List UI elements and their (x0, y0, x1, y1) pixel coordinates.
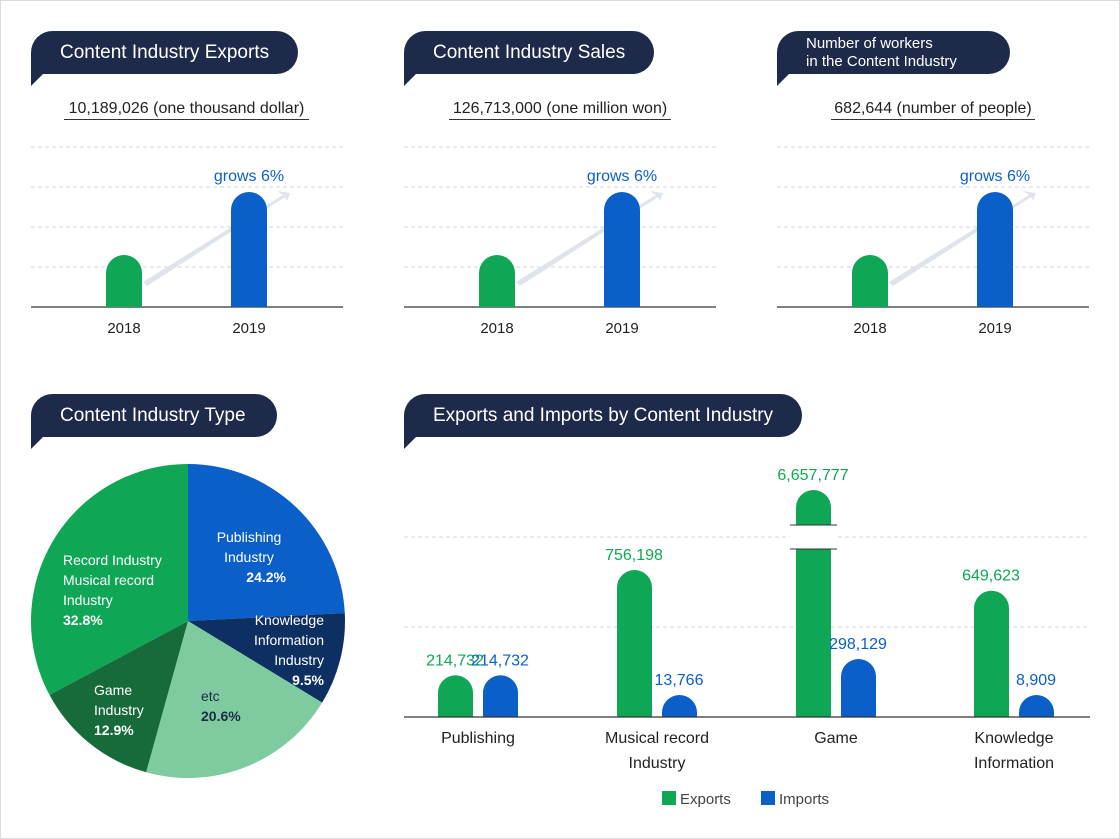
metric-sales: 126,713,000 (one million won) (449, 100, 671, 120)
pie-label-record: Record Industry Musical record Industry … (63, 550, 162, 630)
pie-section-title: Content Industry Type (31, 394, 277, 437)
data-label: 214,732 (471, 652, 529, 669)
bar-imports-1 (662, 695, 697, 717)
bar-exports-2 (796, 490, 831, 717)
pie-label-text: Musical record (63, 572, 155, 588)
pie-label-text: Industry (224, 549, 274, 565)
panel-title-exports-text: Content Industry Exports (60, 41, 270, 63)
pie-label-publishing: Publishing Industry 24.2% (212, 527, 286, 587)
bar-section-title-text: Exports and Imports by Content Industry (433, 404, 774, 426)
pie-section-title-text: Content Industry Type (60, 404, 246, 426)
bar-2018 (106, 255, 142, 307)
growth-arrow (143, 191, 290, 286)
pie-label-text: Information (253, 632, 324, 648)
panel-title-sales: Content Industry Sales (404, 31, 654, 74)
panel-title-exports: Content Industry Exports (31, 31, 298, 74)
x-tick-label: Musical record (605, 730, 709, 747)
growth-annotation: grows 6% (587, 168, 657, 185)
tab-notch (404, 437, 416, 449)
pie-label-etc: etc 20.6% (201, 686, 241, 726)
bar-imports-3 (1019, 695, 1054, 717)
x-tick-label: 2019 (605, 320, 638, 337)
bar-2019 (231, 192, 267, 307)
legend-label: Exports (680, 791, 731, 808)
bar-section-title: Exports and Imports by Content Industry (404, 394, 802, 437)
tab-notch (31, 437, 43, 449)
metric-exports: 10,189,026 (one thousand dollar) (64, 100, 309, 120)
x-tick-label: Game (814, 730, 858, 747)
pie-label-pct: 9.5% (292, 672, 324, 688)
data-label: 13,766 (655, 672, 704, 689)
growth-arrow (889, 191, 1036, 286)
pie-label-text: Knowledge (254, 612, 324, 628)
bar-exports-1 (617, 570, 652, 717)
pie-label-pct: 24.2% (246, 569, 286, 585)
panel-title-sales-text: Content Industry Sales (433, 41, 626, 63)
mini-chart-workers: 2018 2019 grows 6% (777, 146, 1089, 337)
pie-label-knowledge: Knowledge Information Industry 9.5% (246, 610, 324, 690)
legend-label: Imports (779, 791, 829, 808)
pie-label-text: Industry (63, 592, 113, 608)
x-tick-label: Industry (629, 755, 686, 772)
pie-label-text: Record Industry (63, 552, 162, 568)
pie-label-text: Publishing (216, 529, 282, 545)
data-label: 6,657,777 (777, 467, 848, 484)
panel-title-workers-line1: Number of workers (806, 34, 933, 52)
mini-chart-exports: 2018 2019 grows 6% (31, 146, 343, 337)
x-tick-label: Publishing (441, 730, 515, 747)
data-label: 649,623 (962, 568, 1020, 585)
pie-label-text: etc (201, 688, 220, 704)
pie-label-text: Game (94, 682, 133, 698)
pie-label-text: Industry (94, 702, 144, 718)
growth-annotation: grows 6% (960, 168, 1030, 185)
bar-2018 (479, 255, 515, 307)
panel-title-workers: Number of workers in the Content Industr… (777, 31, 1010, 74)
metric-workers: 682,644 (number of people) (831, 100, 1035, 120)
panel-title-workers-line2: in the Content Industry (806, 52, 957, 70)
data-label: 8,909 (1016, 672, 1056, 689)
growth-arrow (516, 191, 663, 286)
x-tick-label: 2018 (107, 320, 140, 337)
growth-annotation: grows 6% (214, 168, 284, 185)
pie-label-text: Industry (274, 652, 324, 668)
x-tick-label: 2018 (853, 320, 886, 337)
data-label: 298,129 (829, 636, 887, 653)
bar-imports-2 (841, 659, 876, 717)
legend-swatch (761, 791, 775, 805)
bar-imports-0 (483, 675, 518, 717)
x-tick-label: Information (974, 755, 1054, 772)
bar-2018 (852, 255, 888, 307)
pie-label-pct: 12.9% (94, 722, 134, 738)
x-tick-label: Knowledge (974, 730, 1053, 747)
mini-chart-sales: 2018 2019 grows 6% (404, 146, 716, 337)
tab-notch (31, 74, 43, 86)
tab-notch (404, 74, 416, 86)
bar-2019 (977, 192, 1013, 307)
x-tick-label: 2019 (978, 320, 1011, 337)
bar-exports-0 (438, 675, 473, 717)
legend-swatch (662, 791, 676, 805)
tab-notch (777, 74, 789, 86)
pie-label-pct: 32.8% (63, 612, 103, 628)
bar-exports-3 (974, 590, 1009, 717)
x-tick-label: 2019 (232, 320, 265, 337)
x-tick-label: 2018 (480, 320, 513, 337)
data-label: 756,198 (605, 547, 663, 564)
bar-2019 (604, 192, 640, 307)
pie-label-pct: 20.6% (201, 708, 241, 724)
exports-imports-bar-chart: 214,732214,732Publishing756,19813,766Mus… (404, 467, 1090, 808)
pie-label-game: Game Industry 12.9% (94, 680, 144, 740)
axis-break-gap (790, 525, 837, 549)
